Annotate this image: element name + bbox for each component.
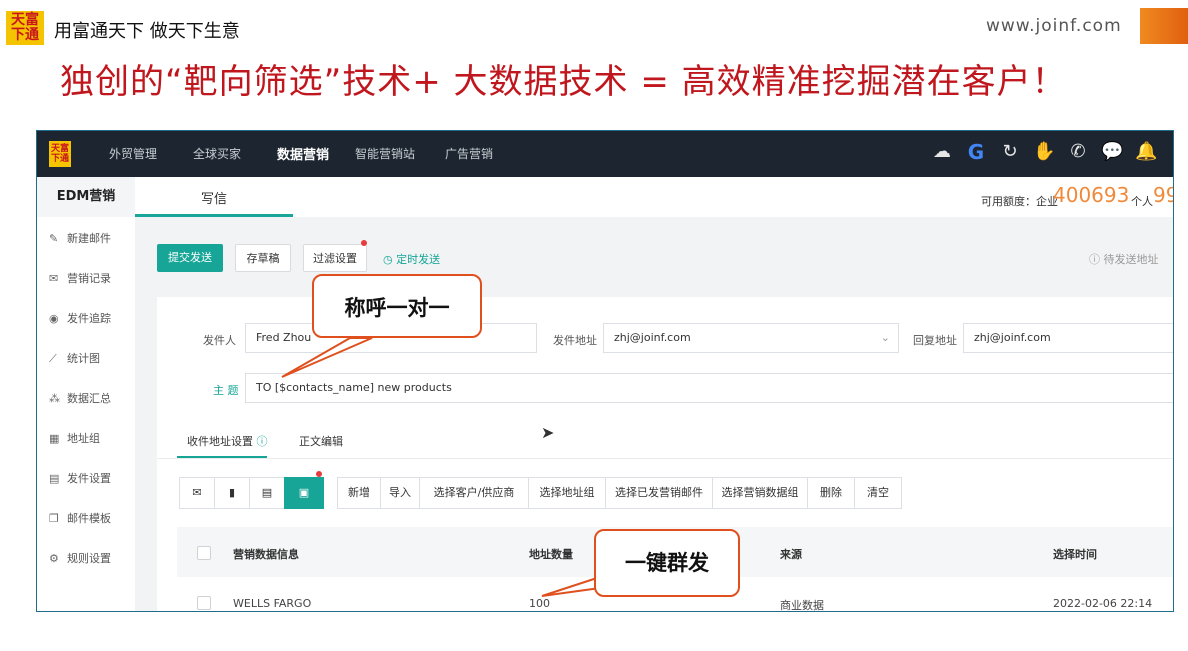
greeting-pointer (281, 337, 373, 378)
callout-oneclick: 一键群发 (594, 529, 740, 597)
oneclick-pointer (541, 575, 601, 597)
callout-greeting: 称呼一对一 (312, 274, 482, 338)
